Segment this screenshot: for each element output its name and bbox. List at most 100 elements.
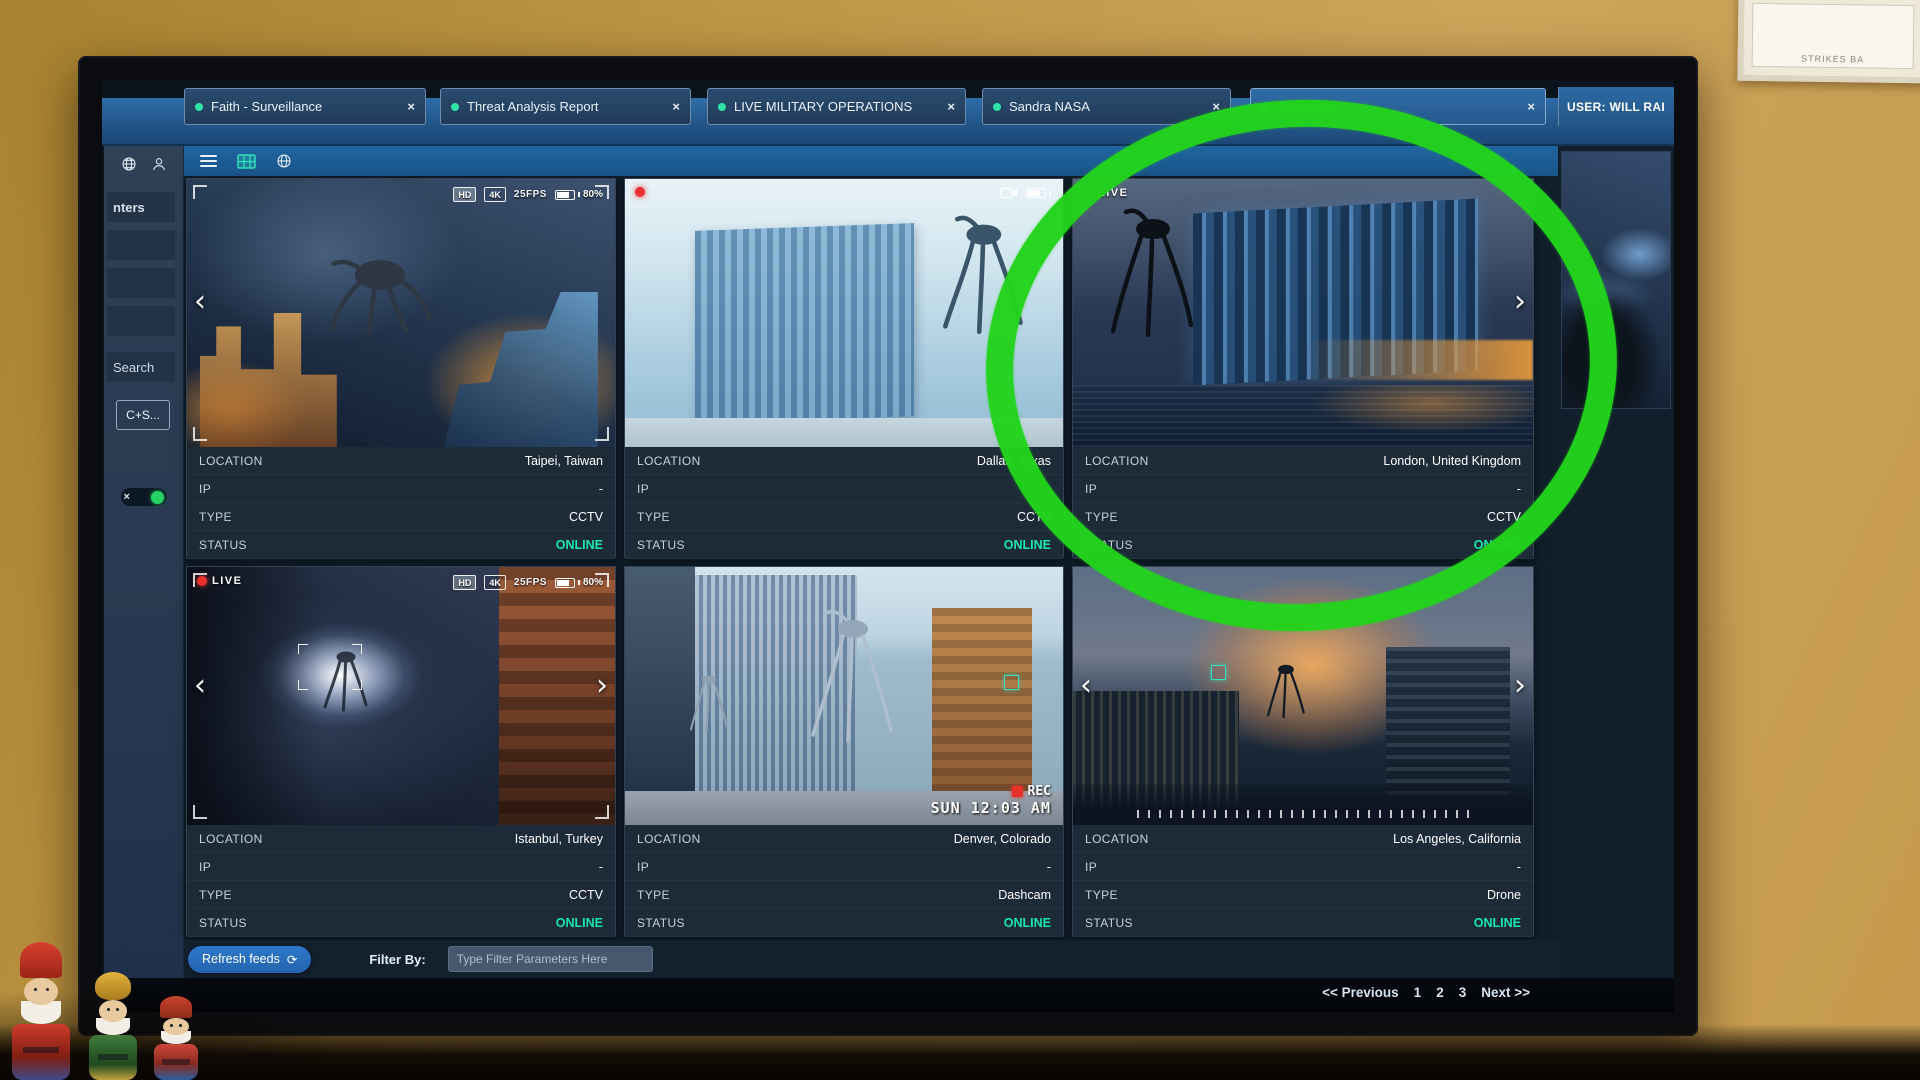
ip-value: - <box>1047 482 1051 496</box>
feed-video-los-angeles[interactable]: ‹ › <box>1073 567 1533 825</box>
grid-view-icon[interactable] <box>237 154 256 169</box>
sidebar-toggle[interactable]: × <box>121 488 167 506</box>
page-number-3[interactable]: 3 <box>1459 985 1467 1000</box>
ip-label: IP <box>1085 860 1097 874</box>
type-value: CCTV <box>569 888 603 902</box>
location-label: LOCATION <box>637 454 701 468</box>
target-reticle <box>1004 675 1019 690</box>
globe-icon[interactable] <box>121 156 137 172</box>
video-hud: HD 4K 25FPS 80% <box>453 575 603 590</box>
filter-input[interactable] <box>448 946 653 972</box>
close-icon[interactable]: × <box>407 99 415 114</box>
meta-row: TYPECCTV <box>1073 503 1533 531</box>
tab-faith-surveillance[interactable]: Faith - Surveillance × <box>184 88 426 125</box>
meta-row: STATUSONLINE <box>1073 531 1533 559</box>
sidebar-search[interactable]: Search <box>107 352 175 382</box>
tab-sandra-nasa[interactable]: Sandra NASA × <box>982 88 1231 125</box>
meta-row: LOCATIONDallas, Texas <box>625 447 1063 475</box>
carousel-left-arrow[interactable]: ‹ <box>194 287 206 317</box>
sidebar-cs-button[interactable]: C+S... <box>116 400 170 430</box>
tv-bezel: Faith - Surveillance × Threat Analysis R… <box>78 56 1698 1036</box>
type-label: TYPE <box>1085 510 1118 524</box>
nutcracker-figurine <box>4 942 78 1080</box>
live-label: LIVE <box>1098 187 1128 199</box>
tab-status-dot <box>718 103 726 111</box>
target-reticle <box>298 644 362 690</box>
feed-metadata: LOCATIONDenver, Colorado IP- TYPEDashcam… <box>625 825 1063 937</box>
alien-tripod-silhouette <box>927 200 1037 350</box>
fps-label: 25FPS <box>514 189 547 200</box>
close-icon[interactable]: × <box>1527 99 1535 114</box>
close-icon[interactable]: × <box>947 99 955 114</box>
feed-card-dallas: LOCATIONDallas, Texas IP - TYPE CCTV STATU… <box>624 178 1064 558</box>
carousel-right-arrow[interactable]: › <box>1514 671 1526 701</box>
tab-gov-data[interactable]: Gov Data × <box>1250 88 1546 125</box>
ip-value: - <box>1517 860 1521 874</box>
close-icon[interactable]: × <box>1212 99 1220 114</box>
meta-row: IP - <box>625 475 1063 503</box>
user-webcam-video[interactable] <box>1561 151 1671 409</box>
chrome-tripod-silhouette <box>678 655 738 750</box>
tab-threat-analysis[interactable]: Threat Analysis Report × <box>440 88 691 125</box>
feed-video-dallas[interactable] <box>625 179 1063 447</box>
previous-page-link[interactable]: << Previous <box>1322 985 1399 1000</box>
nutcracker-figurine <box>82 972 144 1080</box>
record-indicator <box>635 187 645 197</box>
close-icon[interactable]: × <box>124 492 130 503</box>
battery-level <box>557 192 569 198</box>
feed-video-taipei[interactable]: HD 4K 25FPS 80% ‹ <box>187 179 615 447</box>
meta-row: LOCATIONDenver, Colorado <box>625 825 1063 853</box>
user-badge: USER: WILL RAI <box>1558 87 1674 126</box>
feed-video-denver[interactable]: REC SUN 12:03 AM <box>625 567 1063 825</box>
video-hud <box>1000 187 1051 199</box>
meta-row: TYPE CCTV <box>625 503 1063 531</box>
status-label: STATUS <box>637 538 685 552</box>
record-dot <box>635 187 645 197</box>
status-value: ONLINE <box>1004 538 1051 552</box>
carousel-left-arrow[interactable]: ‹ <box>1080 671 1092 701</box>
4k-badge: 4K <box>484 187 506 202</box>
type-label: TYPE <box>637 510 670 524</box>
battery-level <box>557 580 569 586</box>
wall-picture-mat: STRIKES BA <box>1752 3 1915 69</box>
type-value: Dashcam <box>998 888 1051 902</box>
user-webcam-panel <box>1558 146 1674 978</box>
fps-label: 25FPS <box>514 577 547 588</box>
building-shape <box>444 292 598 447</box>
carousel-right-arrow[interactable]: › <box>596 671 608 701</box>
ip-value: - <box>599 482 603 496</box>
location-label: LOCATION <box>1085 454 1149 468</box>
close-icon[interactable]: × <box>672 99 680 114</box>
sidebar-item[interactable] <box>107 268 175 298</box>
next-page-link[interactable]: Next >> <box>1481 985 1530 1000</box>
wall-picture-frame: STRIKES BA <box>1737 0 1920 83</box>
sidebar-item-centers[interactable]: nters <box>107 192 175 222</box>
record-dot <box>1083 188 1093 198</box>
carousel-right-arrow[interactable]: › <box>1514 287 1526 317</box>
hd-badge: HD <box>453 575 476 590</box>
feed-card-istanbul: LIVE HD 4K 25FPS 80% ‹ › LOCATIONIst <box>186 566 616 936</box>
meta-row: STATUSONLINE <box>187 909 615 937</box>
user-icon[interactable] <box>151 156 167 172</box>
carousel-left-arrow[interactable]: ‹ <box>194 671 206 701</box>
status-label: STATUS <box>199 538 247 552</box>
page-number-1[interactable]: 1 <box>1414 985 1422 1000</box>
feed-card-los-angeles: ‹ › LOCATIONLos Angeles, California IP- … <box>1072 566 1534 936</box>
type-label: TYPE <box>1085 888 1118 902</box>
sidebar-item[interactable] <box>107 230 175 260</box>
ip-label: IP <box>199 860 211 874</box>
dashboard-screen: Faith - Surveillance × Threat Analysis R… <box>102 80 1674 1012</box>
building-shape <box>932 608 1033 794</box>
ip-label: IP <box>637 482 649 496</box>
sidebar-item[interactable] <box>107 306 175 336</box>
type-value: CCTV <box>1017 510 1051 524</box>
tab-label: Threat Analysis Report <box>467 99 656 114</box>
page-number-2[interactable]: 2 <box>1436 985 1444 1000</box>
tab-live-military-operations[interactable]: LIVE MILITARY OPERATIONS × <box>707 88 966 125</box>
type-label: TYPE <box>199 510 232 524</box>
meta-row: TYPECCTV <box>187 881 615 909</box>
globe-view-icon[interactable] <box>276 153 292 169</box>
feed-video-istanbul[interactable]: LIVE HD 4K 25FPS 80% ‹ › <box>187 567 615 825</box>
feed-video-london[interactable]: LIVE › <box>1073 179 1533 447</box>
menu-icon[interactable] <box>200 155 217 167</box>
